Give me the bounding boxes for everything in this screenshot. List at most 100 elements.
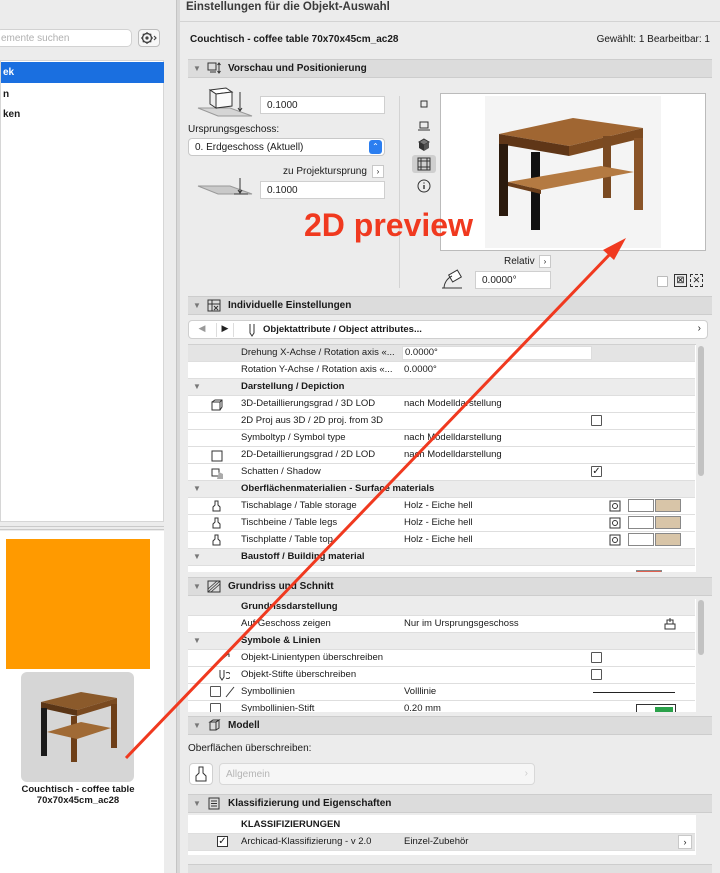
material-swatch-white[interactable] xyxy=(628,516,654,529)
disclosure-triangle-icon[interactable]: ▼ xyxy=(193,578,201,595)
table-row[interactable]: Drehung X-Achse / Rotation axis «... 0.00… xyxy=(188,345,695,362)
sidebar-split[interactable] xyxy=(0,526,164,530)
table-group-row[interactable]: ▼ Darstellung / Depiction xyxy=(188,379,695,396)
sidebar-item-selected[interactable]: ek xyxy=(1,62,164,83)
material-swatch-oak[interactable] xyxy=(655,516,681,529)
individual-settings-icon xyxy=(207,299,221,312)
attributes-path-chevron[interactable]: › xyxy=(698,323,701,334)
line-icon xyxy=(225,686,235,698)
disclosure-triangle-icon[interactable]: ▼ xyxy=(193,795,201,812)
nav-forward-button[interactable]: ▶ xyxy=(216,323,234,337)
table-row[interactable]: Tischbeine / Table legs Holz - Eiche hell xyxy=(188,515,695,532)
annotation-2d-preview: 2D preview xyxy=(304,207,473,243)
table-group-row[interactable]: Grundrissdarstellung xyxy=(188,599,695,616)
material-swatch-oak[interactable] xyxy=(655,499,681,512)
table-row[interactable]: Schatten / Shadow ✓ xyxy=(188,464,695,481)
table-row[interactable]: Tischplatte / Table top Holz - Eiche hell xyxy=(188,532,695,549)
row-checkbox-checked[interactable]: ✓ xyxy=(591,466,602,477)
override-surface-select[interactable]: Allgemein › xyxy=(219,763,535,785)
symbol-lines-checkbox[interactable] xyxy=(210,686,221,697)
row-value-input[interactable]: 0.0000° xyxy=(402,346,592,360)
table-row[interactable]: Tischablage / Table storage Holz - Eiche … xyxy=(188,498,695,515)
material-swatch-oak[interactable] xyxy=(655,533,681,546)
table-row[interactable]: Symbollinien-Stift 0.20 mm xyxy=(188,701,695,712)
material-picker-icon[interactable] xyxy=(609,517,621,529)
mirror-x-button[interactable]: ⊠ xyxy=(674,274,687,287)
preview-mode-2d-button[interactable] xyxy=(412,155,436,173)
section-classification-header[interactable]: ▼ Klassifizierung und Eigenschaften xyxy=(188,794,712,813)
table-row[interactable]: Symboltyp / Symbol type nach Modelldarste… xyxy=(188,430,695,447)
angle-input[interactable]: 0.0000° xyxy=(475,271,551,289)
preview-positioning-icon xyxy=(207,62,221,74)
classification-checkbox-checked[interactable]: ✓ xyxy=(217,836,228,847)
disclosure-triangle-icon[interactable]: ▼ xyxy=(193,717,201,734)
table-group-row[interactable]: ▼ Baustoff / Building material xyxy=(188,549,695,566)
table-row[interactable]: Objekt-Linientypen überschreiben xyxy=(188,650,695,667)
group-label: Darstellung / Depiction xyxy=(241,381,345,392)
classification-table: KLASSIFIZIERUNGEN ✓ Archicad-Klassifizier… xyxy=(188,815,696,855)
material-swatch-white[interactable] xyxy=(628,533,654,546)
disclosure-triangle-icon[interactable]: ▼ xyxy=(193,60,201,77)
table-row[interactable]: Rotation Y-Achse / Rotation axis «... 0.0… xyxy=(188,362,695,379)
preview-mode-3d-button[interactable] xyxy=(414,137,434,153)
row-label: Symboltyp / Symbol type xyxy=(241,432,346,443)
sidebar-item[interactable]: ken xyxy=(1,105,164,124)
sidebar-item-label: ek xyxy=(3,67,15,78)
disclosure-triangle-icon[interactable]: ▼ xyxy=(193,379,201,395)
row-checkbox[interactable] xyxy=(591,652,602,663)
row-label: 2D-Detaillierungsgrad / 2D LOD xyxy=(241,449,376,460)
table-group-row[interactable]: ▼ Oberflächenmaterialien - Surface materi… xyxy=(188,481,695,498)
mirror-y-button[interactable]: ⨯ xyxy=(690,274,703,287)
row-label: Tischablage / Table storage xyxy=(241,500,357,511)
gear-menu-button[interactable] xyxy=(138,29,160,47)
project-origin-arrow-button[interactable]: › xyxy=(372,165,384,178)
section-floorplan-header[interactable]: ▼ Grundriss und Schnitt xyxy=(188,577,712,596)
2d-lod-icon xyxy=(211,450,223,462)
height-input[interactable]: 0.1000 xyxy=(260,96,385,114)
table-row[interactable]: 2D Proj aus 3D / 2D proj. from 3D xyxy=(188,413,695,430)
table-row[interactable]: Symbollinien Volllinie xyxy=(188,684,695,701)
material-picker-icon[interactable] xyxy=(609,534,621,546)
row-checkbox[interactable] xyxy=(591,669,602,680)
disclosure-triangle-icon[interactable]: ▼ xyxy=(193,549,201,565)
section-preview-header[interactable]: ▼ Vorschau und Positionierung xyxy=(188,59,712,78)
disclosure-triangle-icon[interactable]: ▼ xyxy=(193,481,201,497)
preview-info-button[interactable] xyxy=(414,178,434,194)
preview-mode-section-button[interactable] xyxy=(414,118,434,134)
classification-row[interactable]: ✓ Archicad-Klassifizierung - v 2.0 Einzel-… xyxy=(188,834,695,851)
mirror-checkbox[interactable] xyxy=(657,276,668,287)
individual-scrollbar[interactable] xyxy=(698,346,704,476)
table-row-partial[interactable] xyxy=(188,566,695,572)
preview-mode-plan-button[interactable] xyxy=(414,98,434,112)
sidebar-item[interactable]: n xyxy=(1,85,164,104)
relative-arrow-button[interactable]: › xyxy=(539,255,551,268)
disclosure-triangle-icon[interactable]: ▼ xyxy=(193,633,201,649)
row-checkbox[interactable] xyxy=(591,415,602,426)
classification-arrow-button[interactable]: › xyxy=(678,835,692,849)
object-thumbnail[interactable] xyxy=(21,672,134,782)
floorplan-scrollbar[interactable] xyxy=(698,600,704,655)
elevation-input[interactable]: 0.1000 xyxy=(260,181,385,199)
table-group-row[interactable]: ▼ Symbole & Linien xyxy=(188,633,695,650)
section-model-header[interactable]: ▼ Modell xyxy=(188,716,712,735)
classification-header: KLASSIFIZIERUNGEN xyxy=(241,819,341,830)
material-picker-icon[interactable] xyxy=(609,500,621,512)
table-row[interactable]: 3D-Detaillierungsgrad / 3D LOD nach Model… xyxy=(188,396,695,413)
row-value: nach Modelldarstellung xyxy=(404,432,502,443)
symbol-pen-checkbox[interactable] xyxy=(210,703,221,712)
material-swatch-white[interactable] xyxy=(628,499,654,512)
disclosure-triangle-icon[interactable]: ▼ xyxy=(193,297,201,314)
surface-brush-icon xyxy=(212,517,221,529)
model-cube-icon xyxy=(208,719,221,731)
search-field[interactable]: emente suchen xyxy=(0,29,132,47)
table-row[interactable]: Auf Geschoss zeigen Nur im Ursprungsgesch… xyxy=(188,616,695,633)
height-icon xyxy=(197,87,253,117)
nav-back-button[interactable]: ◀ xyxy=(193,323,211,337)
table-row[interactable]: Objekt-Stifte überschreiben xyxy=(188,667,695,684)
origin-floor-select[interactable]: 0. Erdgeschoss (Aktuell) ⌃ xyxy=(188,138,385,156)
surface-brush-button[interactable] xyxy=(189,763,213,785)
table-row[interactable]: 2D-Detaillierungsgrad / 2D LOD nach Model… xyxy=(188,447,695,464)
section-individual-header[interactable]: ▼ Individuelle Einstellungen xyxy=(188,296,712,315)
material-swatch-red[interactable] xyxy=(636,570,662,572)
pen-color-swatch[interactable] xyxy=(636,704,676,712)
